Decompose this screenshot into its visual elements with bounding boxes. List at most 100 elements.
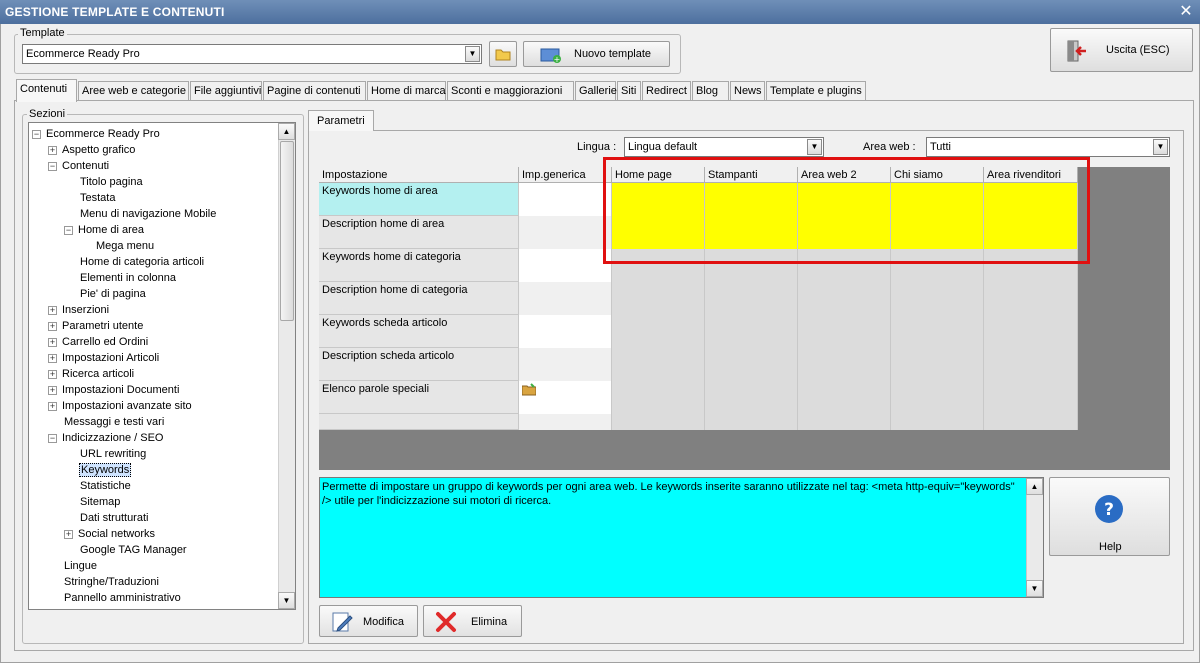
area-value-cell[interactable] — [984, 381, 1078, 414]
tree-item[interactable]: + Impostazioni Documenti — [48, 382, 180, 398]
tab-blog[interactable]: Blog — [692, 81, 729, 101]
area-value-cell[interactable] — [705, 282, 798, 315]
row-label[interactable]: Description home di categoria — [319, 282, 519, 315]
generic-value-cell[interactable] — [519, 249, 612, 282]
tree-item[interactable]: Statistiche — [64, 478, 132, 494]
tab-home-di-marca[interactable]: Home di marca — [367, 81, 446, 101]
generic-value-cell[interactable] — [519, 315, 612, 348]
expand-icon[interactable]: + — [48, 305, 57, 315]
tree-item[interactable]: Titolo pagina — [64, 174, 144, 190]
generic-value-cell[interactable] — [519, 414, 612, 430]
tree-item[interactable]: Google TAG Manager — [64, 542, 188, 558]
tree-item[interactable]: + Aspetto grafico — [48, 142, 136, 158]
row-label[interactable]: Keywords scheda articolo — [319, 315, 519, 348]
area-value-cell[interactable] — [984, 282, 1078, 315]
tree-item[interactable]: + Impostazioni avanzate sito — [48, 398, 193, 414]
expand-icon[interactable]: + — [64, 529, 73, 539]
scroll-down-icon[interactable]: ▼ — [1026, 580, 1043, 597]
tree-item[interactable]: − Ecommerce Ready Pro — [32, 126, 161, 142]
tree-item[interactable]: + Inserzioni — [48, 302, 110, 318]
area-value-cell[interactable] — [612, 282, 705, 315]
help-button[interactable]: ? Help — [1049, 477, 1170, 556]
template-select[interactable]: Ecommerce Ready Pro ▼ — [22, 44, 482, 64]
row-label[interactable]: Elenco parole speciali — [319, 381, 519, 414]
description-scrollbar[interactable]: ▲ ▼ — [1026, 478, 1043, 597]
tree-item[interactable]: Elementi in colonna — [64, 270, 177, 286]
generic-value-cell[interactable] — [519, 216, 612, 249]
tree-item[interactable]: Mega menu — [80, 238, 155, 254]
edit-button[interactable]: Modifica — [319, 605, 418, 637]
area-value-cell[interactable] — [984, 315, 1078, 348]
tree-item[interactable]: Dati strutturati — [64, 510, 149, 526]
tab-gallerie[interactable]: Gallerie — [575, 81, 617, 101]
area-value-cell[interactable] — [798, 414, 891, 430]
area-value-cell[interactable] — [891, 414, 984, 430]
expand-icon[interactable]: + — [48, 385, 57, 395]
tree-item[interactable]: + Social networks — [64, 526, 156, 542]
new-template-button[interactable]: + Nuovo template — [523, 41, 670, 67]
area-web-select[interactable]: Tutti ▼ — [926, 137, 1170, 157]
area-value-cell[interactable] — [798, 282, 891, 315]
row-label[interactable]: Keywords home di area — [319, 183, 519, 216]
expand-icon[interactable]: + — [48, 353, 57, 363]
tab-file-aggiuntivi[interactable]: File aggiuntivi — [190, 81, 262, 101]
column-header[interactable]: Impostazione — [319, 167, 519, 183]
chevron-down-icon[interactable]: ▼ — [465, 46, 480, 62]
scroll-up-icon[interactable]: ▲ — [1026, 478, 1043, 495]
tree-scrollbar[interactable]: ▲ ▼ — [278, 123, 295, 609]
tab-template-e-plugins[interactable]: Template e plugins — [766, 81, 866, 101]
tree-item[interactable]: Molteplici gestili e specifiche — [48, 606, 203, 609]
tree-item[interactable]: URL rewriting — [64, 446, 147, 462]
tree-item[interactable]: + Ricerca articoli — [48, 366, 135, 382]
tree-item[interactable]: − Home di area — [64, 222, 145, 238]
delete-button[interactable]: Elimina — [423, 605, 522, 637]
area-value-cell[interactable] — [798, 381, 891, 414]
expand-icon[interactable]: + — [48, 321, 57, 331]
area-value-cell[interactable] — [798, 348, 891, 381]
row-label[interactable]: Keywords home di categoria — [319, 249, 519, 282]
tree-item[interactable]: Sitemap — [64, 494, 121, 510]
chevron-down-icon[interactable]: ▼ — [1153, 139, 1168, 155]
area-value-cell[interactable] — [705, 348, 798, 381]
tree-item[interactable]: Menu di navigazione Mobile — [64, 206, 217, 222]
collapse-icon[interactable]: − — [48, 161, 57, 171]
area-value-cell[interactable] — [705, 315, 798, 348]
expand-icon[interactable]: + — [48, 369, 57, 379]
generic-value-cell[interactable] — [519, 381, 612, 414]
area-value-cell[interactable] — [798, 315, 891, 348]
close-icon[interactable]: ✕ — [1178, 0, 1194, 24]
area-value-cell[interactable] — [984, 414, 1078, 430]
folder-edit-icon[interactable] — [521, 383, 537, 396]
tab-redirect[interactable]: Redirect — [642, 81, 691, 101]
column-header[interactable]: Imp.generica — [519, 167, 612, 183]
area-value-cell[interactable] — [612, 348, 705, 381]
scroll-down-icon[interactable]: ▼ — [278, 592, 295, 609]
tree-item[interactable]: Home di categoria articoli — [64, 254, 205, 270]
area-value-cell[interactable] — [705, 381, 798, 414]
row-label[interactable]: Description home di area — [319, 216, 519, 249]
tree-item[interactable]: Stringhe/Traduzioni — [48, 574, 160, 590]
tab-siti[interactable]: Siti — [617, 81, 641, 101]
tree-item[interactable]: Messaggi e testi vari — [48, 414, 165, 430]
tree-item[interactable]: − Indicizzazione / SEO — [48, 430, 165, 446]
exit-button[interactable]: Uscita (ESC) — [1050, 28, 1193, 72]
tree-item[interactable]: Pannello amministrativo — [48, 590, 182, 606]
tree-item[interactable]: + Carrello ed Ordini — [48, 334, 149, 350]
tree-item[interactable]: Pie' di pagina — [64, 286, 147, 302]
tab-pagine-di-contenuti[interactable]: Pagine di contenuti — [263, 81, 366, 101]
tree-item[interactable]: + Impostazioni Articoli — [48, 350, 160, 366]
tab-news[interactable]: News — [730, 81, 765, 101]
tree-item[interactable]: + Parametri utente — [48, 318, 144, 334]
expand-icon[interactable]: + — [48, 337, 57, 347]
tree-item[interactable]: − Contenuti — [48, 158, 110, 174]
tab-contenuti[interactable]: Contenuti — [16, 79, 77, 102]
open-folder-button[interactable] — [489, 41, 517, 67]
generic-value-cell[interactable] — [519, 348, 612, 381]
lingua-select[interactable]: Lingua default ▼ — [624, 137, 824, 157]
collapse-icon[interactable]: − — [32, 129, 41, 139]
row-label[interactable]: Description scheda articolo — [319, 348, 519, 381]
area-value-cell[interactable] — [705, 414, 798, 430]
tab-aree-web-e-categorie[interactable]: Aree web e categorie — [78, 81, 189, 101]
area-value-cell[interactable] — [891, 381, 984, 414]
collapse-icon[interactable]: − — [64, 225, 73, 235]
